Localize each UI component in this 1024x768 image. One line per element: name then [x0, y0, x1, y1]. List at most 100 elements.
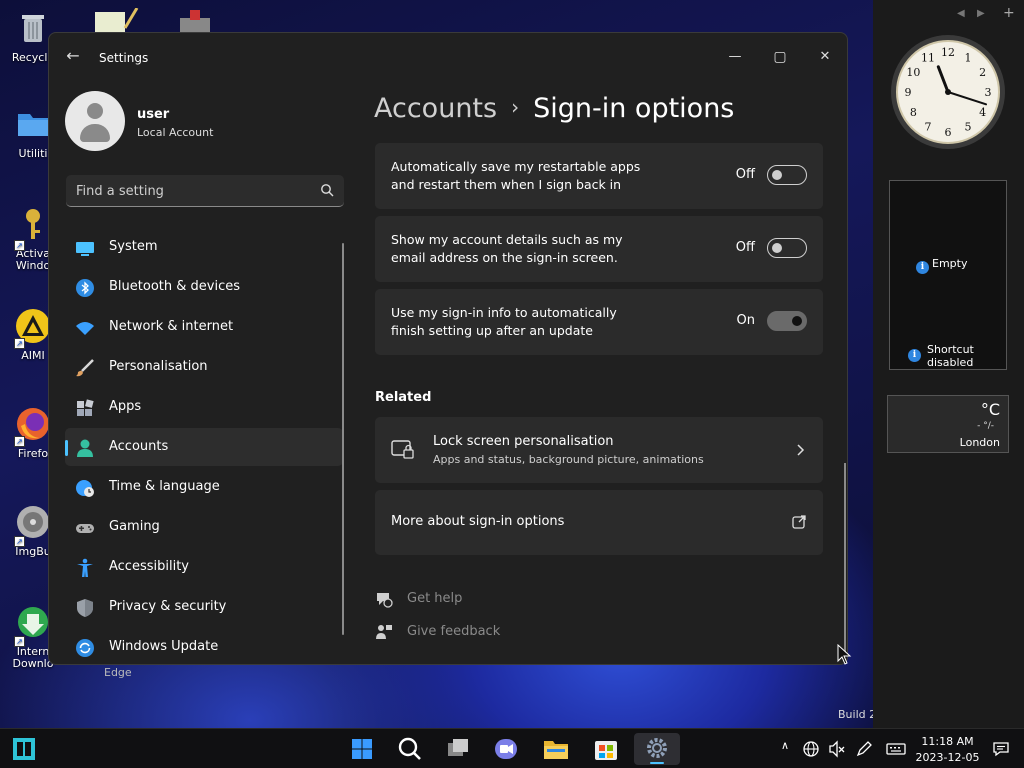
sidebar-item-network-internet[interactable]: Network & internet	[65, 308, 343, 346]
slideshow-empty-label: i Empty	[916, 257, 967, 274]
page-title: Sign-in options	[533, 93, 735, 124]
task-view-icon[interactable]	[438, 733, 478, 765]
gadget-prev-button[interactable]: ◀	[957, 8, 965, 19]
keyboard-icon[interactable]	[886, 740, 906, 758]
sidebar-item-label: Accounts	[109, 439, 169, 454]
shield-icon	[77, 599, 93, 617]
maximize-button[interactable]: ▢	[760, 41, 800, 73]
sign-in-info-toggle[interactable]	[767, 311, 807, 331]
minimize-button[interactable]: —	[715, 41, 755, 73]
lock-screen-personalisation-link[interactable]: Lock screen personalisation Apps and sta…	[375, 417, 823, 483]
give-feedback-link[interactable]: Give feedback	[407, 624, 500, 639]
breadcrumb: Accounts › Sign-in options	[374, 93, 734, 124]
system-icon	[76, 242, 94, 256]
gamepad-icon	[76, 524, 94, 533]
shortcut-arrow-icon: ↗	[14, 636, 25, 647]
notepad-icon[interactable]	[95, 8, 140, 34]
clock-number: 5	[965, 121, 972, 134]
lock-screen-icon	[391, 440, 414, 459]
sidebar-item-bluetooth-devices[interactable]: Bluetooth & devices	[65, 268, 343, 306]
wifi-icon	[76, 322, 94, 335]
more-sign-in-options-label: More about sign-in options	[391, 514, 565, 529]
weather-gadget[interactable]: °C - °/- London	[887, 395, 1009, 453]
breadcrumb-parent[interactable]: Accounts	[374, 93, 497, 124]
account-details-toggle[interactable]	[767, 238, 807, 258]
build-watermark: Build 2	[838, 708, 877, 721]
content-scrollbar[interactable]	[844, 463, 846, 653]
sidebar-scrollbar[interactable]	[342, 243, 344, 635]
window-title: Settings	[99, 51, 149, 65]
taskbar-clock[interactable]: 11:18 AM 2023-12-05	[910, 734, 985, 766]
toggle-state-label: On	[736, 313, 755, 328]
taskbar-date: 2023-12-05	[915, 751, 980, 764]
sidebar-item-accounts[interactable]: Accounts	[65, 428, 343, 466]
sound-muted-icon[interactable]	[828, 740, 846, 758]
toolbox-icon[interactable]	[178, 8, 212, 34]
search-box[interactable]	[66, 175, 344, 207]
shortcut-arrow-icon: ↗	[14, 338, 25, 349]
give-feedback-icon	[376, 625, 392, 639]
file-explorer-icon[interactable]	[536, 733, 576, 765]
gadget-next-button[interactable]: ▶	[977, 8, 985, 19]
setting-line-1: Use my sign-in info to automatically	[391, 305, 617, 320]
setting-description: Automatically save my restartable apps a…	[391, 158, 640, 194]
setting-line-1: Show my account details such as my	[391, 232, 623, 247]
edge-label[interactable]: Edge	[104, 666, 132, 679]
sidebar-item-label: Personalisation	[109, 359, 208, 374]
title-bar[interactable]: ← Settings — ▢ ✕	[49, 33, 847, 81]
chat-icon[interactable]	[486, 733, 526, 765]
sidebar-item-label: System	[109, 239, 158, 254]
account-type: Local Account	[137, 126, 214, 139]
restartable-apps-toggle[interactable]	[767, 165, 807, 185]
sidebar-item-time-language[interactable]: Time & language	[65, 468, 343, 506]
search-input[interactable]	[76, 181, 306, 201]
clock-number: 12	[941, 46, 955, 59]
sidebar-item-system[interactable]: System	[65, 228, 343, 266]
notifications-icon[interactable]	[992, 740, 1010, 758]
sidebar-item-gaming[interactable]: Gaming	[65, 508, 343, 546]
setting-sign-in-info: Use my sign-in info to automatically fin…	[375, 289, 823, 355]
search-icon[interactable]	[320, 183, 334, 197]
shortcut-line-1: Shortcut	[927, 343, 974, 356]
taskbar-time: 11:18 AM	[921, 735, 974, 748]
clock-number: 8	[910, 106, 917, 119]
toggle-state-label: Off	[735, 240, 755, 255]
settings-taskbar-icon[interactable]	[634, 733, 680, 765]
desktop-icon-label: Activa Windo	[15, 247, 51, 272]
more-sign-in-options-link[interactable]: More about sign-in options	[375, 490, 823, 555]
start-icon[interactable]	[342, 733, 382, 765]
sidebar-item-label: Bluetooth & devices	[109, 279, 240, 294]
clock-number: 7	[925, 121, 932, 134]
sidebar-item-label: Windows Update	[109, 639, 219, 654]
close-button[interactable]: ✕	[805, 41, 845, 73]
show-desktop-icon[interactable]	[4, 733, 44, 765]
sidebar-item-privacy-security[interactable]: Privacy & security	[65, 588, 343, 626]
search-icon[interactable]	[390, 733, 430, 765]
avatar[interactable]	[65, 91, 125, 151]
sidebar-item-windows-update[interactable]: Windows Update	[65, 628, 343, 664]
shortcut-disabled-label: i Shortcut disabled	[908, 343, 974, 369]
analog-clock[interactable]: 12 12 3 45678 9 1011	[889, 33, 1007, 151]
tray-overflow-chevron[interactable]: ∧	[781, 739, 789, 752]
sidebar-item-accessibility[interactable]: Accessibility	[65, 548, 343, 586]
accounts-icon	[77, 439, 93, 457]
sidebar-item-apps[interactable]: Apps	[65, 388, 343, 426]
apps-icon	[77, 399, 94, 416]
weather-city: London	[959, 436, 1000, 449]
external-link-icon	[792, 515, 806, 529]
sidebar-nav: System Bluetooth & devices Network & int…	[65, 228, 343, 664]
setting-restartable-apps: Automatically save my restartable apps a…	[375, 143, 823, 209]
shortcut-arrow-icon: ↗	[14, 436, 25, 447]
gadgets-sidebar: ◀ ▶ + 12 1 2 3 4 5 6 7 8 9 10 11 i Empty i Shortcut di…	[873, 0, 1024, 730]
language-icon[interactable]	[802, 740, 820, 758]
shortcut-arrow-icon: ↗	[14, 240, 25, 251]
get-help-link[interactable]: Get help	[407, 591, 462, 606]
sidebar-item-personalisation[interactable]: Personalisation	[65, 348, 343, 386]
gadget-add-button[interactable]: +	[1003, 5, 1015, 21]
chevron-right-icon	[797, 444, 805, 456]
back-button[interactable]: ←	[63, 46, 83, 65]
weather-range: - °/-	[977, 421, 994, 431]
pen-icon[interactable]	[855, 740, 873, 758]
microsoft-store-icon[interactable]	[586, 733, 626, 765]
slideshow-gadget[interactable]: i Empty i Shortcut disabled	[889, 180, 1007, 370]
